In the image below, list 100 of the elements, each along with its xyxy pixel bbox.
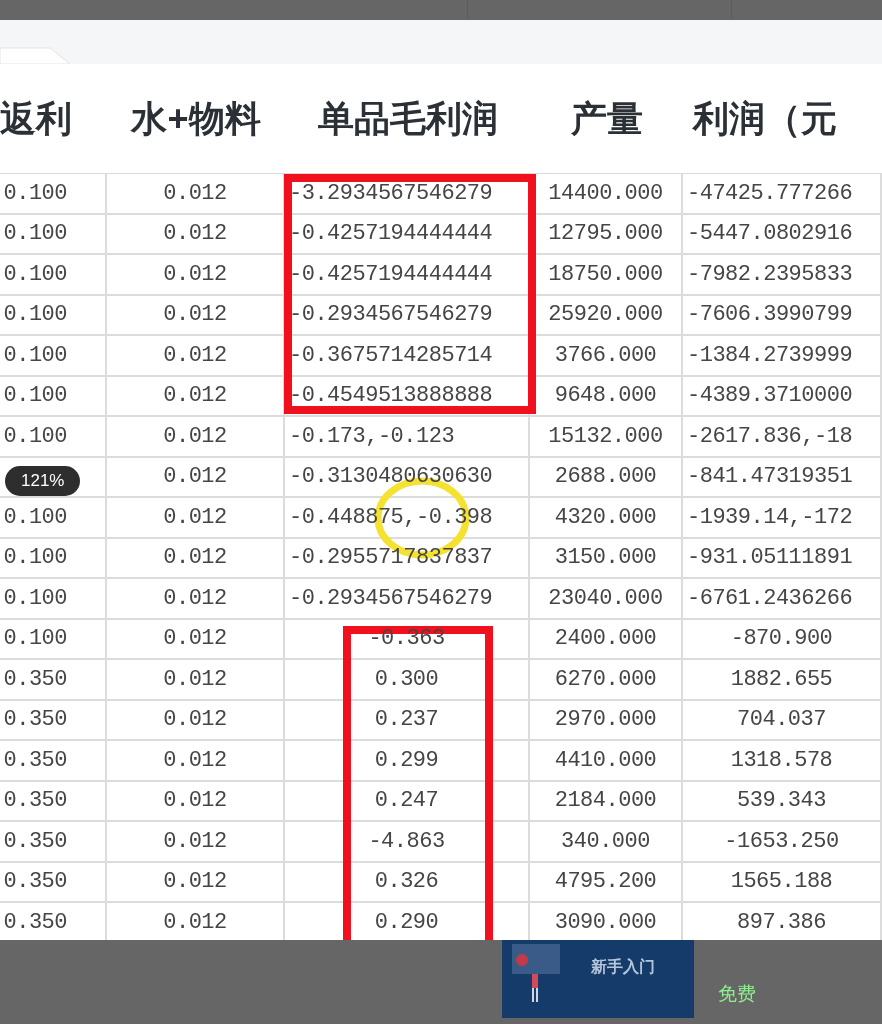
table-cell-text: 0.100 — [3, 260, 67, 289]
table-cell-text: 0.237 — [374, 706, 439, 735]
table-cell-text: -0.2955717837837 — [289, 544, 493, 573]
table-cell-text: 539.343 — [737, 787, 826, 816]
table-cell-text: 23040.000 — [548, 584, 663, 613]
table-cell-text: 0.012 — [163, 827, 227, 856]
table-cell-text: -1653.250 — [724, 827, 839, 856]
table-cell-text: 0.012 — [163, 382, 227, 411]
column-header: 水+物料 — [131, 96, 261, 141]
table-cell-text: 340.000 — [561, 827, 650, 856]
table-cell-text: 0.012 — [163, 706, 227, 735]
table-cell-text: 0.100 — [3, 422, 67, 451]
table-cell-text: 0.012 — [163, 220, 227, 249]
table-cell-text: 0.350 — [3, 908, 67, 937]
table-cell-text: 2184.000 — [554, 787, 657, 816]
column-header: 产量 — [570, 96, 643, 141]
table-cell-text: -0.363 — [368, 625, 445, 654]
price-label: 免费 — [718, 982, 756, 1006]
table-cell-text: -6761.2436266 — [687, 584, 853, 613]
table-cell-text: 0.290 — [374, 908, 439, 937]
table-cell-text: 0.012 — [163, 544, 227, 573]
column-header: 单品毛利润 — [317, 96, 498, 141]
table-cell-text: -0.3675714285714 — [289, 341, 493, 370]
table-cell-text: -0.4257194444444 — [289, 220, 493, 249]
table-cell-text: 0.300 — [374, 665, 439, 694]
table-cell-text: 0.100 — [3, 179, 67, 208]
table-cell-text: 0.012 — [163, 787, 227, 816]
table-cell-text: -931.05111891 — [687, 544, 853, 573]
table-cell-text: 0.012 — [163, 503, 227, 532]
table-cell-text: 18750.000 — [548, 260, 663, 289]
table-cell-text: 0.350 — [3, 706, 67, 735]
table-cell-text: -1384.2739999 — [687, 341, 853, 370]
table-cell-text: 12795.000 — [548, 220, 663, 249]
table-cell-text: 14400.000 — [548, 179, 663, 208]
table-cell-text: -0.2934567546279 — [289, 301, 493, 330]
table-cell-text: 25920.000 — [548, 301, 663, 330]
zoom-badge: 121% — [5, 466, 81, 496]
table-cell-text: 0.247 — [374, 787, 439, 816]
table-cell-text: -2617.836,-18 — [687, 422, 853, 451]
table-cell-text: 3090.000 — [554, 908, 657, 937]
table-cell-text: 0.012 — [163, 665, 227, 694]
table-cell-text: -47425.777266 — [687, 179, 853, 208]
table-cell-text: 9648.000 — [554, 382, 657, 411]
table-cell-text: 0.100 — [3, 503, 67, 532]
table-cell-text: 0.012 — [163, 179, 227, 208]
table-cell-text: 2970.000 — [554, 706, 657, 735]
table-cell-text: 0.100 — [3, 544, 67, 573]
table-cell-text: -4.863 — [368, 827, 445, 856]
table-cell-text: -1939.14,-172 — [687, 503, 853, 532]
table-cell-text: 1882.655 — [730, 665, 833, 694]
table-cell-text: 3766.000 — [554, 341, 657, 370]
table-cell-text: 0.350 — [3, 868, 67, 897]
table-cell-text: 0.350 — [3, 827, 67, 856]
table-cell-text: 0.012 — [163, 584, 227, 613]
table-cell-text: 0.326 — [374, 868, 439, 897]
table-cell-text: 0.350 — [3, 665, 67, 694]
table-cell-text: 3150.000 — [554, 544, 657, 573]
table-cell-text: 0.012 — [163, 422, 227, 451]
table-cell-text: 0.012 — [163, 301, 227, 330]
table-cell-text: -5447.0802916 — [687, 220, 853, 249]
table-cell-text: 0.100 — [3, 301, 67, 330]
table-cell-text: 0.100 — [3, 382, 67, 411]
table-cell-text: 4410.000 — [554, 746, 657, 775]
table-cell-text: -870.900 — [730, 625, 833, 654]
table-cell-text: 0.012 — [163, 868, 227, 897]
table-cell-text: 0.350 — [3, 746, 67, 775]
table-cell-text: 1565.188 — [730, 868, 833, 897]
table-cell-text: 2688.000 — [554, 463, 657, 492]
table-cell-text: -0.2934567546279 — [289, 584, 493, 613]
table-cell-text: -7606.3990799 — [687, 301, 853, 330]
table-cell-text: -0.4549513888888 — [289, 382, 493, 411]
table-cell-text: 6270.000 — [554, 665, 657, 694]
table-cell-text: 2400.000 — [554, 625, 657, 654]
table-cell-text: -3.2934567546279 — [289, 179, 493, 208]
table-cell-text: 0.012 — [163, 463, 227, 492]
table-cell-text: 897.386 — [737, 908, 826, 937]
table-cell-text: -0.3130480630630 — [289, 463, 493, 492]
table-cell-text: -7982.2395833 — [687, 260, 853, 289]
table-cell-text: 0.100 — [3, 625, 67, 654]
table-cell-text: 4320.000 — [554, 503, 657, 532]
table-cell-text: 0.012 — [163, 908, 227, 937]
table-cell-text: 0.100 — [3, 584, 67, 613]
table-cell-text: 0.012 — [163, 625, 227, 654]
table-cell-text: -4389.3710000 — [687, 382, 853, 411]
thumbnail-title: 新手入门 — [591, 957, 655, 977]
table-cell-text: 0.100 — [3, 341, 67, 370]
table-cell-text: 4795.200 — [554, 868, 657, 897]
table-cell-text: 0.350 — [3, 787, 67, 816]
table-cell-text: 1318.578 — [730, 746, 833, 775]
table-cell-text: 0.299 — [374, 746, 439, 775]
table-cell-text: 0.012 — [163, 341, 227, 370]
table-cell-text: 0.100 — [3, 220, 67, 249]
column-header: 利润（元 — [693, 96, 837, 141]
table-cell-text: -0.4257194444444 — [289, 260, 493, 289]
table-cell-text: 15132.000 — [548, 422, 663, 451]
column-header: 返利 — [0, 96, 72, 141]
table-cell-text: -0.173,-0.123 — [289, 422, 455, 451]
course-thumbnail[interactable]: 新手入门 — [502, 940, 694, 1018]
table-cell-text: 704.037 — [737, 706, 826, 735]
table-cell-text: 0.012 — [163, 746, 227, 775]
